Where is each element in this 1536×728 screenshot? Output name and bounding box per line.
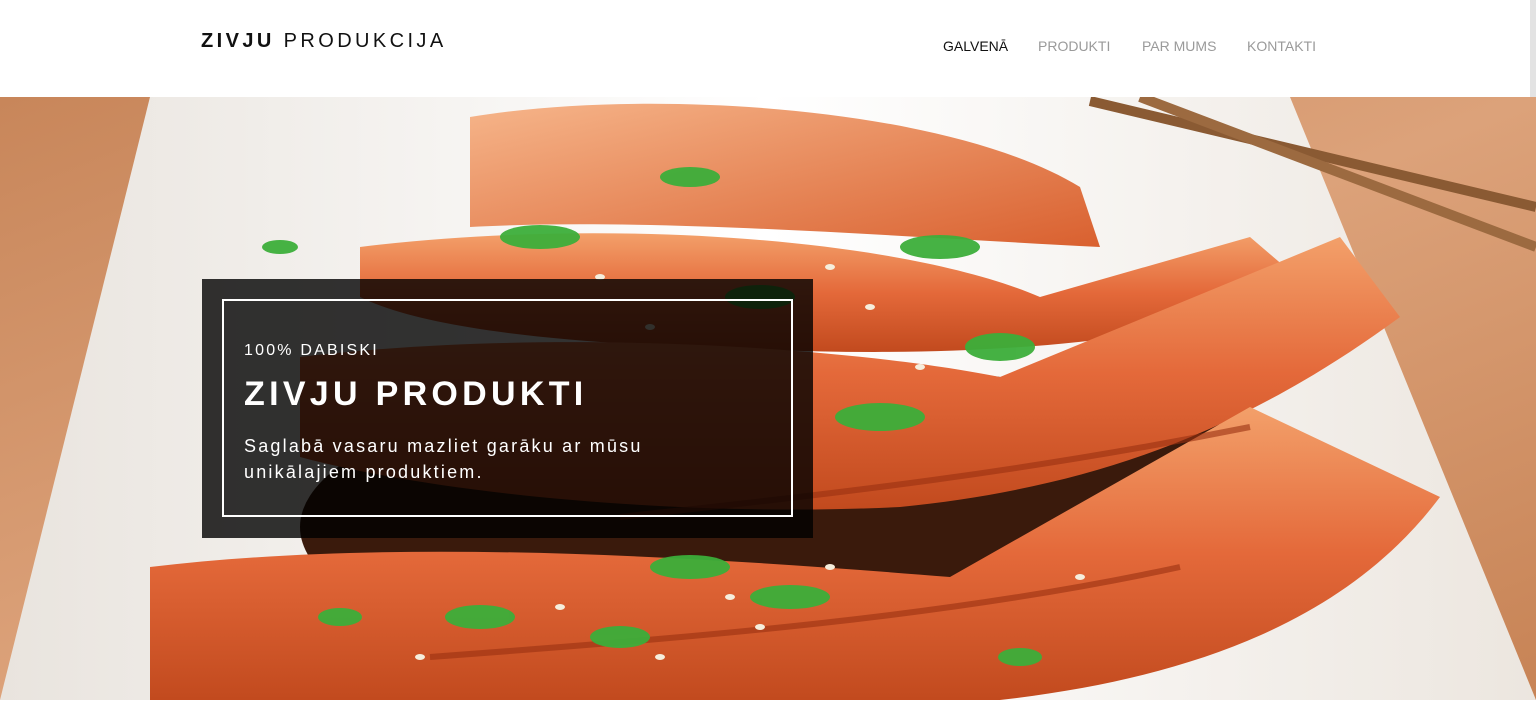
page-bottom-strip — [0, 700, 1536, 728]
hero-subtext: Saglabā vasaru mazliet garāku ar mūsu un… — [244, 436, 643, 482]
hero-eyebrow: 100% DABISKI — [244, 342, 379, 359]
site-header: ZIVJU PRODUKCIJA GALVENĀ PRODUKTI PAR MU… — [0, 0, 1536, 97]
main-nav: GALVENĀ PRODUKTI PAR MUMS KONTAKTI — [0, 38, 1536, 58]
hero-headline: ZIVJU PRODUKTI — [244, 375, 588, 413]
nav-item-galvena[interactable]: GALVENĀ — [943, 38, 1008, 54]
nav-item-produkti[interactable]: PRODUKTI — [1038, 38, 1110, 54]
nav-item-kontakti[interactable]: KONTAKTI — [1247, 38, 1316, 54]
hero-banner: 100% DABISKI ZIVJU PRODUKTI Saglabā vasa… — [0, 97, 1536, 700]
hero-text-panel: 100% DABISKI ZIVJU PRODUKTI Saglabā vasa… — [202, 279, 813, 538]
nav-item-par-mums[interactable]: PAR MUMS — [1142, 38, 1216, 54]
